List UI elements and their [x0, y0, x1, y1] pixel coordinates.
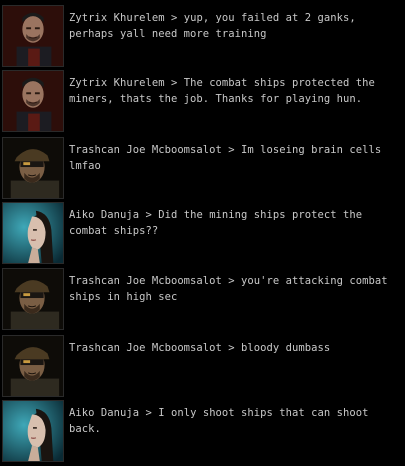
message-body: Zytrix Khurelem > yup, you failed at 2 g… — [69, 10, 399, 42]
chat-message: Trashcan Joe Mcboomsalot > you're attack… — [0, 268, 405, 334]
speaker-name[interactable]: Aiko Danuja — [69, 209, 139, 221]
message-separator: > — [228, 342, 235, 354]
portrait-aiko[interactable] — [2, 400, 64, 462]
message-body: Zytrix Khurelem > The combat ships prote… — [69, 75, 399, 107]
speaker-name[interactable]: Aiko Danuja — [69, 407, 139, 419]
message-separator: > — [228, 144, 235, 156]
chat-message: Zytrix Khurelem > The combat ships prote… — [0, 70, 405, 136]
message-body: Trashcan Joe Mcboomsalot > bloody dumbas… — [69, 340, 399, 356]
chat-message: Aiko Danuja > I only shoot ships that ca… — [0, 400, 405, 466]
chat-message: Trashcan Joe Mcboomsalot > bloody dumbas… — [0, 335, 405, 401]
speaker-name[interactable]: Trashcan Joe Mcboomsalot — [69, 275, 222, 287]
message-body: Trashcan Joe Mcboomsalot > you're attack… — [69, 273, 399, 305]
chat-message: Zytrix Khurelem > yup, you failed at 2 g… — [0, 5, 405, 71]
message-body: Aiko Danuja > I only shoot ships that ca… — [69, 405, 399, 437]
portrait-zytrix[interactable] — [2, 5, 64, 67]
message-separator: > — [228, 275, 235, 287]
chat-message: Aiko Danuja > Did the mining ships prote… — [0, 202, 405, 268]
portrait-zytrix[interactable] — [2, 70, 64, 132]
chat-log: Zytrix Khurelem > yup, you failed at 2 g… — [0, 0, 405, 462]
speaker-name[interactable]: Trashcan Joe Mcboomsalot — [69, 342, 222, 354]
message-separator: > — [170, 12, 178, 24]
message-separator: > — [145, 209, 152, 221]
chat-message: Trashcan Joe Mcboomsalot > Im loseing br… — [0, 137, 405, 203]
speaker-name[interactable]: Trashcan Joe Mcboomsalot — [69, 144, 222, 156]
speaker-name[interactable]: Zytrix Khurelem — [69, 77, 165, 89]
message-text: bloody dumbass — [241, 342, 331, 354]
message-body: Aiko Danuja > Did the mining ships prote… — [69, 207, 399, 239]
message-separator: > — [145, 407, 152, 419]
speaker-name[interactable]: Zytrix Khurelem — [69, 12, 165, 24]
message-separator: > — [170, 77, 178, 89]
message-body: Trashcan Joe Mcboomsalot > Im loseing br… — [69, 142, 399, 174]
portrait-aiko[interactable] — [2, 202, 64, 264]
portrait-trashcan[interactable] — [2, 335, 64, 397]
portrait-trashcan[interactable] — [2, 137, 64, 199]
portrait-trashcan[interactable] — [2, 268, 64, 330]
